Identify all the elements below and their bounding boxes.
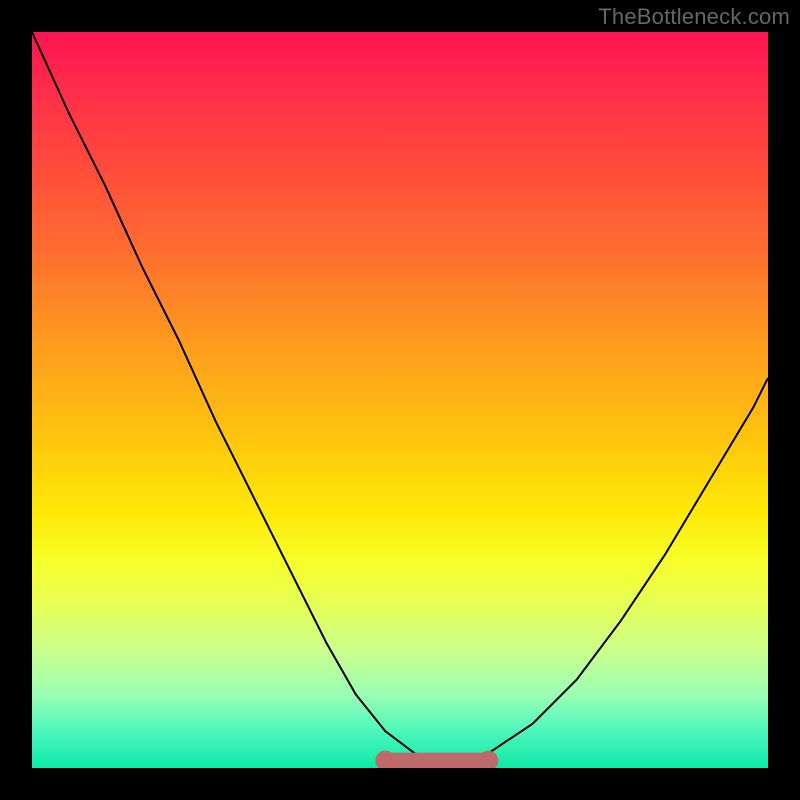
plot-area (32, 32, 768, 768)
watermark-text: TheBottleneck.com (598, 4, 790, 30)
chart-frame: TheBottleneck.com (0, 0, 800, 800)
chart-svg (32, 32, 768, 768)
bottleneck-curve-line (32, 32, 768, 761)
